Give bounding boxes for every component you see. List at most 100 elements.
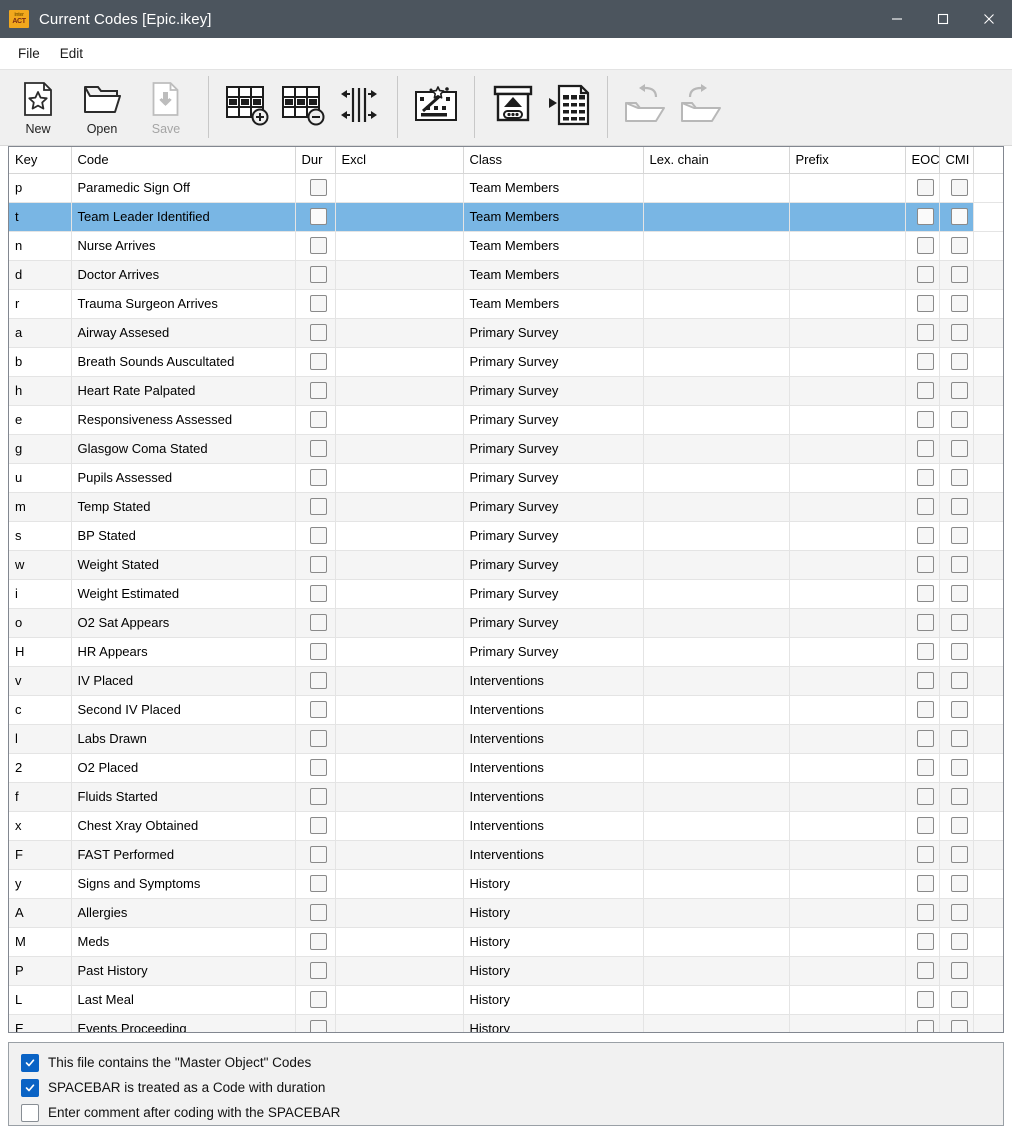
cell-code[interactable]: Nurse Arrives xyxy=(71,231,296,261)
table-row[interactable]: 2 O2 Placed Interventions xyxy=(9,753,1003,783)
col-header-key[interactable]: Key xyxy=(9,147,72,174)
cell-eoc[interactable] xyxy=(905,202,940,232)
eoc-checkbox[interactable] xyxy=(916,701,934,719)
cell-eoc[interactable] xyxy=(905,869,940,899)
dur-checkbox[interactable] xyxy=(309,904,327,922)
cell-prefix[interactable] xyxy=(789,347,906,377)
eoc-checkbox[interactable] xyxy=(916,237,934,255)
cell-class[interactable]: History xyxy=(463,869,644,899)
cell-lex[interactable] xyxy=(643,318,790,348)
eoc-checkbox[interactable] xyxy=(916,875,934,893)
cell-code[interactable]: Meds xyxy=(71,927,296,957)
cell-key[interactable]: g xyxy=(9,434,72,464)
cmi-checkbox[interactable] xyxy=(950,672,968,690)
cell-dur[interactable] xyxy=(295,173,336,203)
cell-cmi[interactable] xyxy=(939,463,974,493)
dur-checkbox[interactable] xyxy=(309,846,327,864)
cell-eoc[interactable] xyxy=(905,840,940,870)
eoc-checkbox[interactable] xyxy=(916,382,934,400)
menu-item-file[interactable]: File xyxy=(8,42,50,65)
cmi-checkbox[interactable] xyxy=(950,962,968,980)
cell-lex[interactable] xyxy=(643,463,790,493)
cell-excl[interactable] xyxy=(335,782,464,812)
cell-code[interactable]: O2 Placed xyxy=(71,753,296,783)
dur-checkbox[interactable] xyxy=(309,614,327,632)
cell-prefix[interactable] xyxy=(789,492,906,522)
cell-key[interactable]: d xyxy=(9,260,72,290)
cell-prefix[interactable] xyxy=(789,318,906,348)
cell-class[interactable]: Primary Survey xyxy=(463,521,644,551)
cell-excl[interactable] xyxy=(335,202,464,232)
cell-lex[interactable] xyxy=(643,666,790,696)
eoc-checkbox[interactable] xyxy=(916,324,934,342)
cell-cmi[interactable] xyxy=(939,405,974,435)
dur-checkbox[interactable] xyxy=(309,759,327,777)
cell-dur[interactable] xyxy=(295,550,336,580)
cell-key[interactable]: o xyxy=(9,608,72,638)
table-row[interactable]: H HR Appears Primary Survey xyxy=(9,637,1003,667)
cell-code[interactable]: Pupils Assessed xyxy=(71,463,296,493)
cmi-checkbox[interactable] xyxy=(950,614,968,632)
cell-dur[interactable] xyxy=(295,347,336,377)
cell-cmi[interactable] xyxy=(939,376,974,406)
cell-lex[interactable] xyxy=(643,927,790,957)
cell-key[interactable]: H xyxy=(9,637,72,667)
eoc-checkbox[interactable] xyxy=(916,991,934,1009)
cell-code[interactable]: Responsiveness Assessed xyxy=(71,405,296,435)
dur-checkbox[interactable] xyxy=(309,179,327,197)
cell-dur[interactable] xyxy=(295,724,336,754)
maximize-button[interactable] xyxy=(920,0,966,38)
cell-code[interactable]: Doctor Arrives xyxy=(71,260,296,290)
cell-code[interactable]: IV Placed xyxy=(71,666,296,696)
cell-cmi[interactable] xyxy=(939,956,974,986)
cell-key[interactable]: P xyxy=(9,956,72,986)
cell-cmi[interactable] xyxy=(939,492,974,522)
table-row[interactable]: u Pupils Assessed Primary Survey xyxy=(9,463,1003,493)
cell-class[interactable]: Team Members xyxy=(463,231,644,261)
cell-eoc[interactable] xyxy=(905,985,940,1015)
cell-code[interactable]: Signs and Symptoms xyxy=(71,869,296,899)
cell-prefix[interactable] xyxy=(789,202,906,232)
table-row[interactable]: f Fluids Started Interventions xyxy=(9,782,1003,812)
open-button[interactable]: Open xyxy=(70,70,134,142)
new-button[interactable]: New xyxy=(6,70,70,142)
cell-eoc[interactable] xyxy=(905,724,940,754)
dur-checkbox[interactable] xyxy=(309,295,327,313)
cell-eoc[interactable] xyxy=(905,289,940,319)
cell-code[interactable]: BP Stated xyxy=(71,521,296,551)
cell-prefix[interactable] xyxy=(789,985,906,1015)
cell-excl[interactable] xyxy=(335,376,464,406)
cell-eoc[interactable] xyxy=(905,1014,940,1032)
cell-code[interactable]: Heart Rate Palpated xyxy=(71,376,296,406)
cell-prefix[interactable] xyxy=(789,405,906,435)
cell-code[interactable]: Glasgow Coma Stated xyxy=(71,434,296,464)
cell-class[interactable]: History xyxy=(463,956,644,986)
cell-key[interactable]: m xyxy=(9,492,72,522)
cell-code[interactable]: FAST Performed xyxy=(71,840,296,870)
table-row[interactable]: P Past History History xyxy=(9,956,1003,986)
cmi-checkbox[interactable] xyxy=(950,643,968,661)
eoc-checkbox[interactable] xyxy=(916,962,934,980)
table-row[interactable]: y Signs and Symptoms History xyxy=(9,869,1003,899)
cell-eoc[interactable] xyxy=(905,956,940,986)
cell-eoc[interactable] xyxy=(905,637,940,667)
table-row[interactable]: g Glasgow Coma Stated Primary Survey xyxy=(9,434,1003,464)
cell-eoc[interactable] xyxy=(905,318,940,348)
cell-key[interactable]: A xyxy=(9,898,72,928)
dur-checkbox[interactable] xyxy=(309,382,327,400)
cell-excl[interactable] xyxy=(335,840,464,870)
cell-lex[interactable] xyxy=(643,985,790,1015)
cell-key[interactable]: r xyxy=(9,289,72,319)
table-row[interactable]: F FAST Performed Interventions xyxy=(9,840,1003,870)
cmi-checkbox[interactable] xyxy=(950,1020,968,1032)
cell-dur[interactable] xyxy=(295,492,336,522)
option-spacebar-duration[interactable]: SPACEBAR is treated as a Code with durat… xyxy=(21,1075,1003,1100)
minimize-button[interactable] xyxy=(874,0,920,38)
cell-eoc[interactable] xyxy=(905,521,940,551)
cell-excl[interactable] xyxy=(335,521,464,551)
col-header-dur[interactable]: Dur xyxy=(295,147,336,174)
cell-code[interactable]: Fluids Started xyxy=(71,782,296,812)
cell-class[interactable]: Interventions xyxy=(463,666,644,696)
eoc-checkbox[interactable] xyxy=(916,643,934,661)
table-row[interactable]: a Airway Assesed Primary Survey xyxy=(9,318,1003,348)
